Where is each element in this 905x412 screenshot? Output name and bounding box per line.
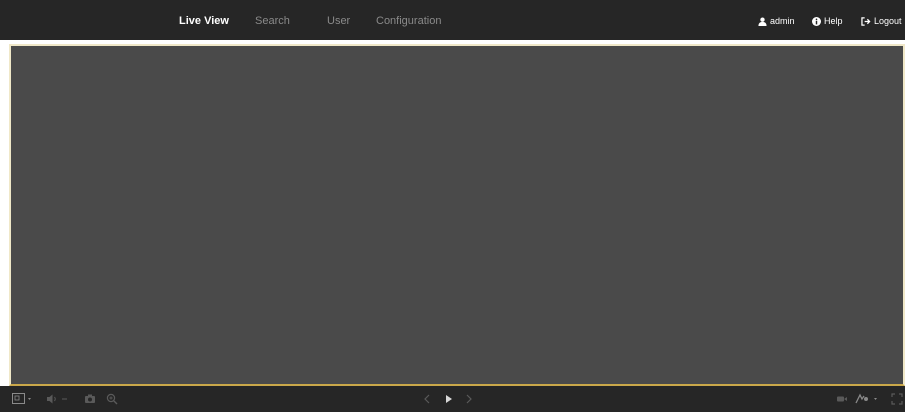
nav-configuration[interactable]: Configuration (376, 14, 441, 28)
info-circle-icon (812, 16, 821, 26)
chevron-right-icon (466, 394, 472, 404)
video-toolbar (0, 386, 905, 412)
user-icon (758, 17, 767, 26)
help-link[interactable]: Help (812, 14, 843, 28)
zoom-icon (106, 393, 118, 405)
logout-label: Logout (874, 16, 902, 26)
window-layout-button[interactable] (12, 393, 34, 405)
stream-quality-button[interactable] (855, 393, 881, 405)
logout-link[interactable]: Logout (861, 14, 902, 28)
play-icon (446, 395, 452, 403)
nav-user[interactable]: User (327, 14, 350, 28)
chevron-left-icon (424, 394, 430, 404)
left-margin (0, 44, 9, 386)
logout-icon (861, 16, 871, 26)
window-layout-icon (12, 393, 31, 404)
live-video-pane[interactable] (9, 44, 905, 386)
record-icon (837, 396, 847, 402)
zoom-button[interactable] (106, 393, 118, 405)
nav-search[interactable]: Search (255, 14, 290, 28)
record-button[interactable] (836, 393, 848, 405)
audio-button[interactable] (46, 393, 70, 405)
play-button[interactable] (444, 393, 454, 405)
camera-icon (85, 394, 95, 403)
help-label: Help (824, 16, 843, 26)
previous-button[interactable] (423, 393, 431, 405)
stream-quality-icon (855, 393, 877, 404)
speaker-icon (47, 394, 67, 404)
fullscreen-button[interactable] (891, 393, 903, 405)
next-button[interactable] (465, 393, 473, 405)
account-menu[interactable]: admin (758, 14, 795, 28)
username-label: admin (770, 16, 795, 26)
top-navigation-bar: Live View Search User Configuration admi… (0, 0, 905, 40)
snapshot-button[interactable] (84, 393, 96, 405)
nav-live-view[interactable]: Live View (179, 14, 229, 28)
fullscreen-icon (891, 393, 903, 405)
